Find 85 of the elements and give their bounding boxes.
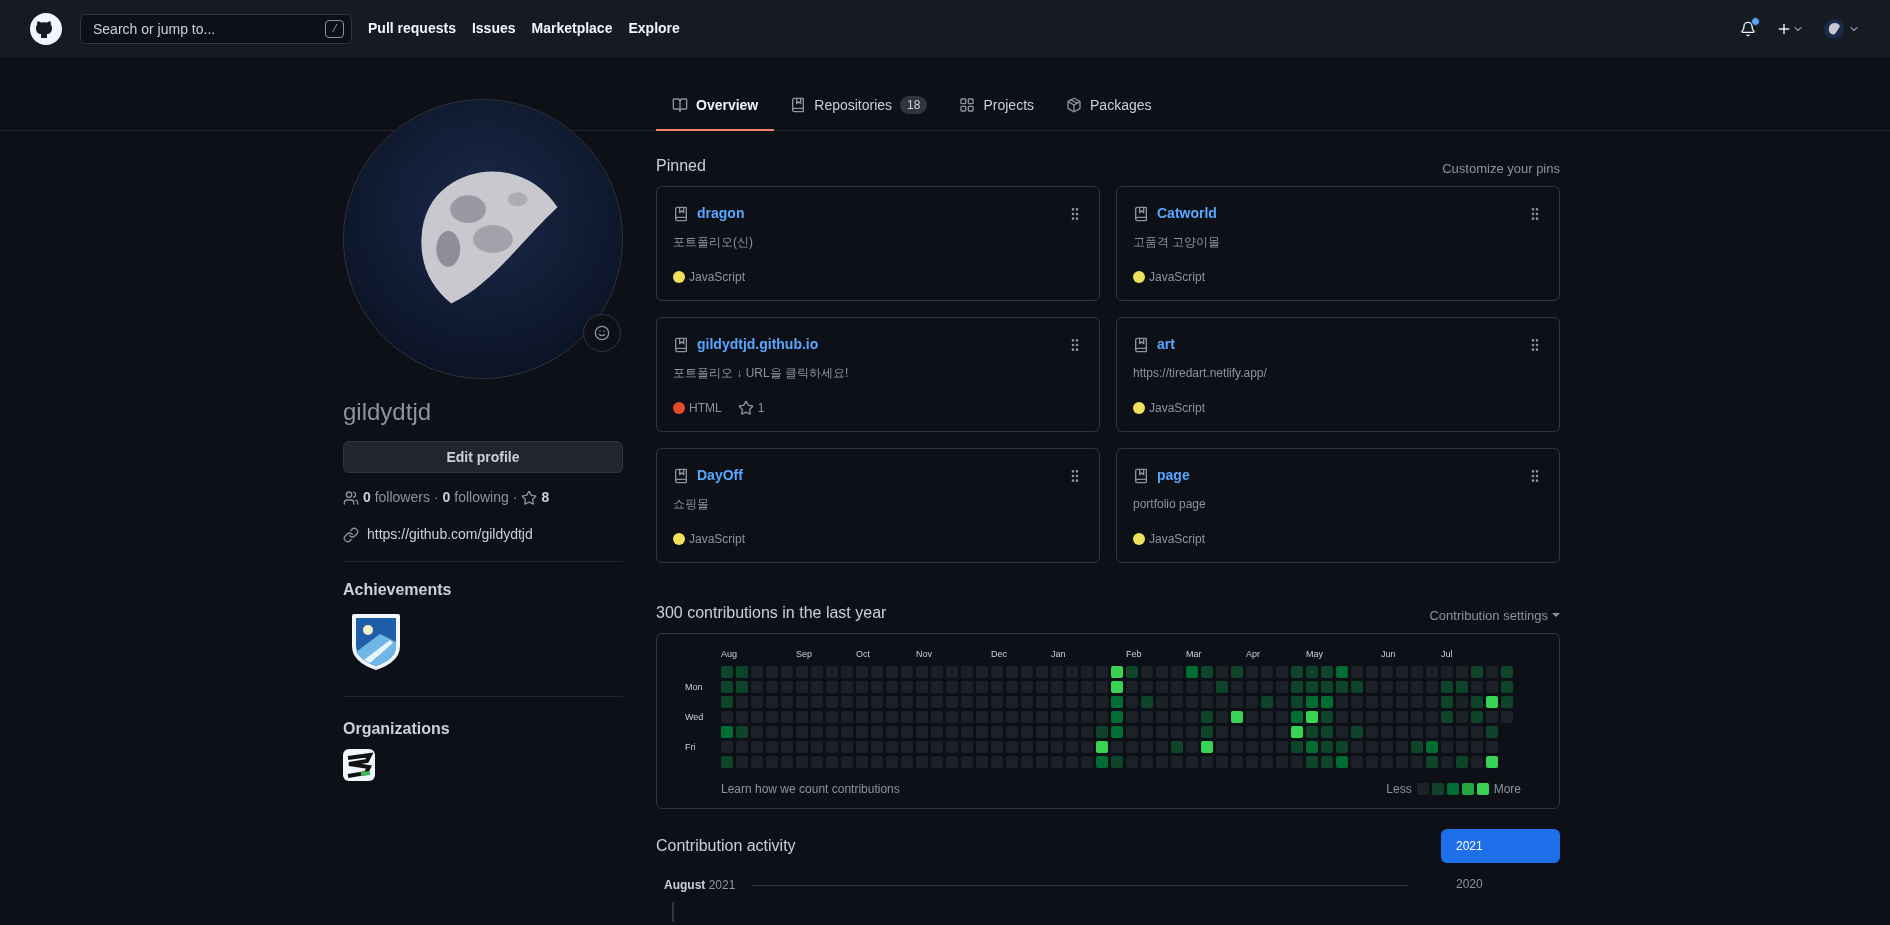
nav-link[interactable]: Issues bbox=[471, 18, 516, 39]
status-button[interactable] bbox=[583, 314, 621, 352]
separator: · bbox=[512, 488, 518, 507]
board-icon bbox=[959, 97, 976, 113]
nav-link[interactable]: Pull requests bbox=[368, 18, 456, 39]
following-link[interactable]: 0 following bbox=[442, 487, 509, 508]
weekday-label: Mon bbox=[685, 681, 703, 693]
section-title: Organizations bbox=[343, 719, 451, 739]
repo-link[interactable]: DayOff bbox=[697, 465, 743, 486]
nav-link[interactable]: Marketplace bbox=[531, 18, 613, 39]
language-label: JavaScript bbox=[1149, 269, 1206, 286]
month-label: Nov bbox=[916, 648, 932, 660]
people-icon bbox=[343, 489, 359, 506]
account-menu[interactable] bbox=[1824, 18, 1860, 39]
repo-description: 포트폴리오 ↓ URL을 클릭하세요! bbox=[673, 365, 850, 382]
customize-pins-link[interactable]: Customize your pins bbox=[1442, 158, 1560, 178]
repo-description: 포트폴리오(신) bbox=[673, 234, 754, 251]
nav-link[interactable]: Explore bbox=[628, 18, 680, 39]
month-label: Dec bbox=[991, 648, 1007, 660]
repo-description: https://tiredart.netlify.app/ bbox=[1133, 365, 1268, 382]
repo-icon bbox=[1133, 205, 1149, 222]
month-label: Sep bbox=[796, 648, 812, 660]
section-title: 300 contributions in the last year bbox=[656, 603, 887, 623]
weekday-label: Fri bbox=[685, 741, 696, 753]
month-label: Feb bbox=[1126, 648, 1142, 660]
repo-icon bbox=[673, 467, 689, 484]
language-label: JavaScript bbox=[1149, 531, 1206, 548]
month-label: Mar bbox=[1186, 648, 1202, 660]
notification-icon[interactable] bbox=[1740, 20, 1756, 37]
achievement-badge[interactable] bbox=[350, 612, 402, 672]
username: gildydtjd bbox=[343, 397, 433, 427]
section-title: Contribution activity bbox=[656, 836, 797, 856]
legend-label: Less bbox=[1386, 781, 1412, 798]
website-link[interactable]: https://github.com/gildydtjd bbox=[367, 524, 533, 545]
language-label: HTML bbox=[689, 400, 722, 417]
language-label: JavaScript bbox=[689, 269, 746, 286]
language-label: JavaScript bbox=[1149, 400, 1206, 417]
book-icon bbox=[672, 97, 688, 113]
month-label: May bbox=[1306, 648, 1323, 660]
repo-link[interactable]: page bbox=[1157, 465, 1190, 486]
separator: · bbox=[433, 488, 439, 507]
tab[interactable]: Projects bbox=[943, 81, 1051, 131]
contribution-settings-menu[interactable]: Contribution settings bbox=[1429, 605, 1560, 625]
count-badge: 18 bbox=[900, 96, 928, 114]
month-label: Jan bbox=[1051, 648, 1066, 660]
tab[interactable]: Overview bbox=[656, 81, 775, 131]
tab[interactable]: Packages bbox=[1050, 81, 1168, 131]
tab[interactable]: Repositories 18 bbox=[774, 81, 944, 131]
repo-description: 쇼핑몰 bbox=[673, 496, 710, 513]
edit-profile-button[interactable]: Edit profile bbox=[343, 441, 623, 473]
repo-icon bbox=[673, 336, 689, 353]
repo-description: 고품격 고양이몰 bbox=[1133, 234, 1222, 251]
repo-description: portfolio page bbox=[1133, 496, 1207, 513]
weekday-label: Wed bbox=[685, 711, 704, 723]
learn-more-link[interactable]: Learn how we count contributions bbox=[721, 780, 900, 798]
organization-avatar[interactable] bbox=[343, 749, 375, 781]
link-icon bbox=[343, 526, 359, 543]
star-icon bbox=[521, 489, 538, 506]
followers-link[interactable]: 0 followers bbox=[363, 487, 430, 508]
year-link[interactable]: 2021 bbox=[1441, 829, 1560, 863]
smiley-icon bbox=[594, 325, 610, 341]
repo-link[interactable]: art bbox=[1157, 334, 1175, 355]
language-label: JavaScript bbox=[689, 531, 746, 548]
section-title: Achievements bbox=[343, 580, 453, 600]
year-link[interactable]: 2020 bbox=[1441, 867, 1560, 901]
repo-link[interactable]: dragon bbox=[697, 203, 745, 224]
repo-icon bbox=[673, 205, 689, 222]
repo-link[interactable]: Catworld bbox=[1157, 203, 1217, 224]
legend-label: More bbox=[1493, 781, 1521, 798]
month-heading: August 2021 bbox=[664, 877, 736, 894]
month-label: Apr bbox=[1246, 648, 1260, 660]
repo-icon bbox=[790, 97, 807, 113]
section-title: Pinned bbox=[656, 156, 706, 176]
month-label: Oct bbox=[856, 648, 870, 660]
repo-icon bbox=[1133, 336, 1149, 353]
package-icon bbox=[1066, 97, 1083, 113]
repo-icon bbox=[1133, 467, 1149, 484]
month-label: Aug bbox=[721, 648, 737, 660]
stars-link[interactable]: 8 bbox=[541, 487, 550, 508]
month-label: Jul bbox=[1441, 648, 1453, 660]
logo-icon[interactable] bbox=[30, 12, 62, 45]
repo-link[interactable]: gildydtjd.github.io bbox=[697, 334, 819, 355]
shortcut-key: / bbox=[325, 19, 344, 38]
stars-link[interactable]: 1 bbox=[737, 399, 765, 417]
month-label: Jun bbox=[1381, 648, 1396, 660]
